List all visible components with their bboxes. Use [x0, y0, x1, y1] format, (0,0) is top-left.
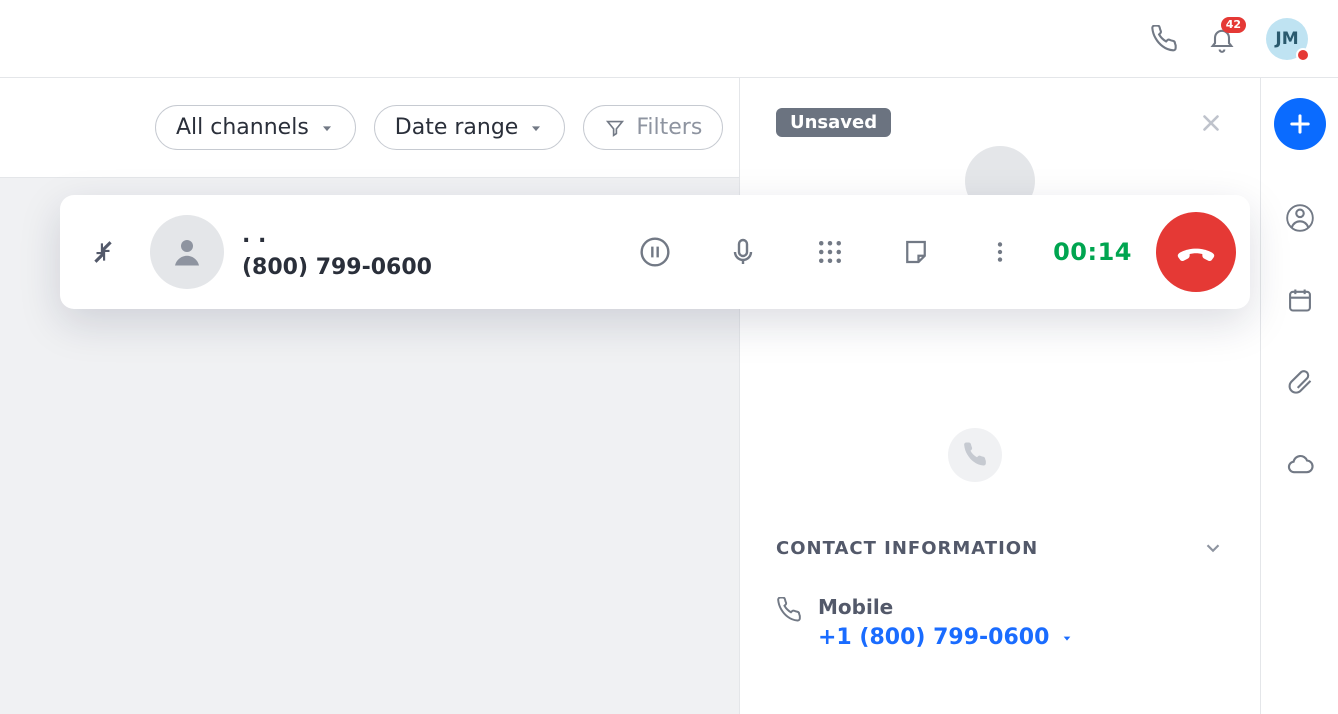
caller-number: (800) 799-0600 — [242, 255, 432, 280]
chevron-down-icon — [1202, 537, 1224, 559]
notification-badge: 42 — [1221, 17, 1246, 33]
notifications-icon[interactable]: 42 — [1208, 25, 1236, 53]
filters-button[interactable]: Filters — [583, 105, 723, 150]
user-avatar[interactable]: JM — [1266, 18, 1308, 60]
left-pane: All channels Date range Filters — [0, 78, 740, 714]
caret-down-icon — [1059, 630, 1075, 646]
caller-name: . . — [242, 224, 432, 248]
channels-label: All channels — [176, 115, 309, 140]
unsaved-tag: Unsaved — [776, 108, 891, 137]
profile-icon[interactable] — [1286, 204, 1314, 232]
mobile-number-link[interactable]: +1 (800) 799-0600 — [818, 625, 1075, 650]
filters-label: Filters — [636, 115, 702, 140]
note-icon[interactable] — [901, 237, 931, 267]
topbar-phone-icon[interactable] — [1150, 25, 1178, 53]
phone-icon — [776, 597, 802, 650]
call-timer: 00:14 — [1053, 238, 1132, 266]
call-bar: . . (800) 799-0600 00:14 — [60, 195, 1250, 309]
calendar-icon[interactable] — [1286, 286, 1314, 314]
contact-info-title: CONTACT INFORMATION — [776, 538, 1038, 559]
dialpad-icon[interactable] — [815, 237, 845, 267]
detail-pane: Unsaved CONTACT INFORMATION Mobile +1 (8… — [740, 78, 1260, 714]
caller-info: . . (800) 799-0600 — [242, 224, 432, 279]
mobile-row: Mobile +1 (800) 799-0600 — [776, 595, 1224, 650]
hangup-button[interactable] — [1156, 212, 1236, 292]
close-icon[interactable] — [1198, 110, 1224, 136]
contact-phone-circle-icon[interactable] — [948, 428, 1002, 482]
add-button[interactable] — [1274, 98, 1326, 150]
date-range-label: Date range — [395, 115, 519, 140]
mute-icon[interactable] — [727, 236, 759, 268]
avatar-initials: JM — [1275, 29, 1298, 49]
caret-down-icon — [528, 120, 544, 136]
mobile-number: +1 (800) 799-0600 — [818, 625, 1049, 650]
main: All channels Date range Filters Unsaved … — [0, 78, 1338, 714]
mobile-label: Mobile — [818, 595, 1075, 619]
filter-icon — [604, 117, 626, 139]
filters-row: All channels Date range Filters — [0, 78, 739, 178]
contact-info-header[interactable]: CONTACT INFORMATION — [776, 537, 1224, 559]
status-dot-icon — [1296, 48, 1310, 62]
call-actions — [639, 236, 1013, 268]
plus-icon — [1286, 110, 1314, 138]
attachment-icon[interactable] — [1286, 368, 1314, 396]
caller-avatar — [150, 215, 224, 289]
phone-hangup-icon — [1177, 233, 1215, 271]
topbar: 42 JM — [0, 0, 1338, 78]
side-rail — [1260, 78, 1338, 714]
channels-dropdown[interactable]: All channels — [155, 105, 356, 150]
caret-down-icon — [319, 120, 335, 136]
hold-icon[interactable] — [639, 236, 671, 268]
more-icon[interactable] — [987, 239, 1013, 265]
date-range-dropdown[interactable]: Date range — [374, 105, 566, 150]
person-icon — [169, 234, 205, 270]
collapse-icon[interactable] — [90, 239, 116, 265]
cloud-icon[interactable] — [1286, 450, 1314, 478]
